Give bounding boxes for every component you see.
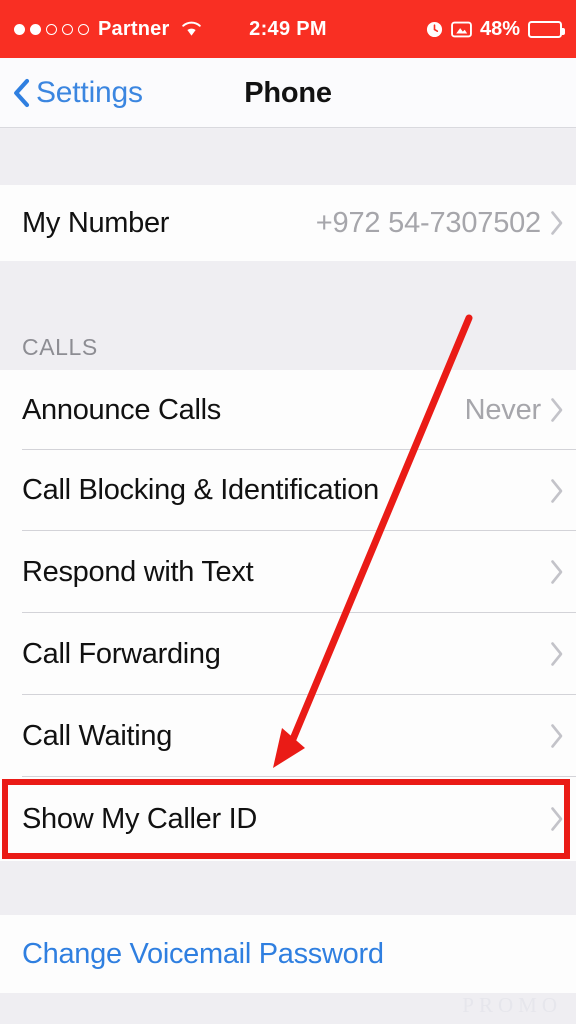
- chevron-right-icon: [550, 478, 564, 504]
- list-item-label: Call Blocking & Identification: [22, 474, 379, 506]
- list-item-change-voicemail-password[interactable]: Change Voicemail Password: [0, 915, 576, 993]
- back-button[interactable]: Settings: [0, 76, 143, 110]
- watermark: PROMO: [462, 993, 562, 1017]
- list-item-label: Change Voicemail Password: [22, 937, 384, 970]
- signal-dot-3: [46, 23, 57, 35]
- carrier-name: Partner: [98, 17, 170, 40]
- section-gap-voicemail: [0, 861, 576, 915]
- alarm-clock-icon: [426, 21, 443, 38]
- signal-strength-dots: [14, 23, 89, 35]
- status-bar-clock: 2:49 PM: [249, 17, 327, 40]
- screen-mirroring-icon: [451, 21, 472, 38]
- list-item-my-number[interactable]: My Number +972 54-7307502: [0, 185, 576, 261]
- status-bar-right: 48%: [426, 17, 565, 41]
- iphone-settings-phone-screen: Partner 2:49 PM 48% Settings Phone My Nu…: [0, 0, 576, 1024]
- list-item-call-waiting[interactable]: Call Waiting: [0, 695, 576, 777]
- list-item-respond-with-text[interactable]: Respond with Text: [0, 531, 576, 613]
- chevron-left-icon: [13, 78, 30, 108]
- list-item-label: Announce Calls: [22, 393, 221, 426]
- chevron-right-icon: [550, 210, 564, 236]
- list-item-show-my-caller-id[interactable]: Show My Caller ID: [0, 777, 576, 861]
- list-item-call-blocking-identification[interactable]: Call Blocking & Identification: [0, 450, 576, 531]
- signal-dot-5: [78, 23, 89, 35]
- list-item-label: Show My Caller ID: [22, 802, 258, 835]
- list-item-label: Respond with Text: [22, 555, 254, 588]
- navigation-bar: Settings Phone: [0, 58, 576, 128]
- list-item-label: Call Forwarding: [22, 637, 221, 670]
- list-item-label: Call Waiting: [22, 719, 173, 752]
- section-gap-top: [0, 129, 576, 185]
- list-item-value: Never: [464, 393, 542, 426]
- section-header-calls: CALLS: [22, 334, 98, 360]
- chevron-right-icon: [550, 806, 564, 832]
- status-bar-left: Partner: [14, 18, 202, 41]
- wifi-icon: [181, 21, 202, 37]
- status-bar: Partner 2:49 PM 48%: [0, 0, 576, 58]
- list-item-call-forwarding[interactable]: Call Forwarding: [0, 613, 576, 695]
- signal-dot-2: [30, 23, 41, 35]
- chevron-right-icon: [550, 723, 564, 749]
- list-item-announce-calls[interactable]: Announce Calls Never: [0, 370, 576, 450]
- chevron-right-icon: [550, 559, 564, 585]
- signal-dot-4: [62, 23, 73, 35]
- list-item-value: +972 54-7307502: [315, 206, 541, 239]
- list-item-label: My Number: [22, 206, 170, 239]
- battery-icon: [528, 20, 565, 38]
- signal-dot-1: [14, 23, 25, 35]
- chevron-right-icon: [550, 397, 564, 423]
- back-button-label: Settings: [36, 75, 143, 109]
- battery-percentage: 48%: [479, 17, 520, 40]
- chevron-right-icon: [550, 641, 564, 667]
